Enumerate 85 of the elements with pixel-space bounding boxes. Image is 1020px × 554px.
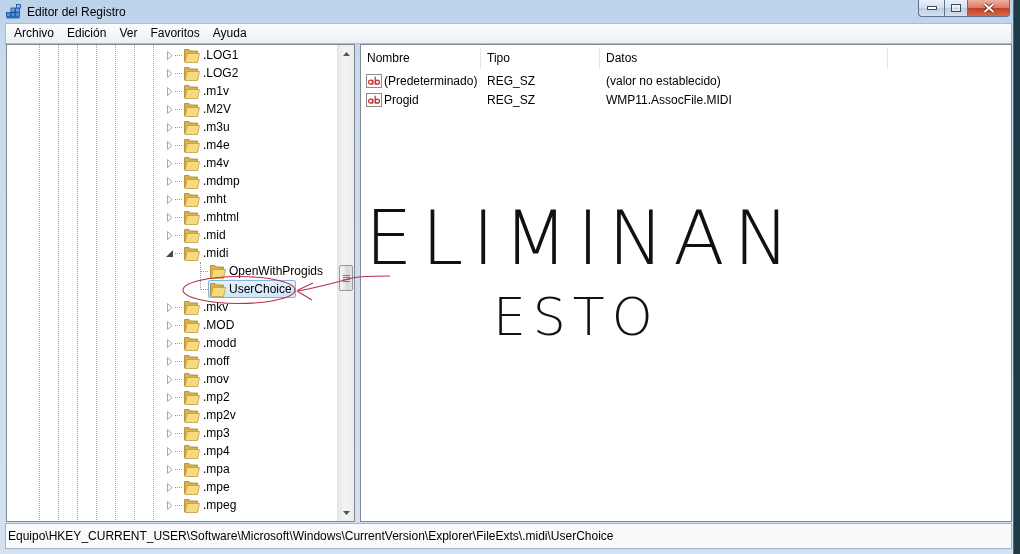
folder-icon — [184, 353, 200, 369]
folder-icon — [184, 173, 200, 189]
tree-item[interactable]: .LOG2 — [182, 64, 243, 82]
tree-item[interactable]: .mp2 — [182, 388, 234, 406]
folder-icon — [184, 83, 200, 99]
folder-icon — [184, 461, 200, 477]
folder-icon — [184, 227, 200, 243]
tree-item[interactable]: .moff — [182, 352, 234, 370]
tree-item[interactable]: .midi — [182, 244, 233, 262]
tree-item[interactable]: .mpe — [182, 478, 234, 496]
tree-item[interactable]: .mhtml — [182, 208, 243, 226]
scrollbar-thumb[interactable] — [339, 265, 353, 291]
close-button[interactable] — [968, 0, 1010, 17]
folder-icon — [184, 335, 200, 351]
maximize-button[interactable] — [944, 0, 968, 17]
folder-icon — [184, 479, 200, 495]
table-cell-text: REG_SZ — [486, 73, 536, 88]
grip-icon — [342, 274, 350, 282]
folder-icon — [184, 245, 200, 261]
tree-item[interactable]: .m3u — [182, 118, 234, 136]
tree-item[interactable]: .mpa — [182, 460, 234, 478]
folder-icon — [184, 407, 200, 423]
column-header[interactable]: Datos — [600, 47, 888, 69]
folder-icon — [210, 263, 226, 279]
folder-icon — [184, 155, 200, 171]
folder-icon — [184, 317, 200, 333]
folder-icon — [184, 371, 200, 387]
folder-icon — [184, 119, 200, 135]
tree-item[interactable]: .mp3 — [182, 424, 234, 442]
folder-icon — [184, 191, 200, 207]
handwritten-text: ESTO — [493, 291, 660, 343]
folder-icon — [184, 65, 200, 81]
folder-icon — [210, 281, 226, 297]
table-cell-text: WMP11.AssocFile.MIDI — [605, 92, 733, 107]
minimize-icon — [926, 6, 937, 10]
string-value-icon — [366, 92, 382, 107]
menu-item[interactable]: Archivo — [7, 24, 60, 43]
tree-item[interactable]: .LOG1 — [182, 46, 243, 64]
scrollbar[interactable] — [337, 45, 354, 521]
folder-icon — [184, 299, 200, 315]
tree-item[interactable]: .m4e — [182, 136, 234, 154]
status-path: Equipo\HKEY_CURRENT_USER\Software\Microsoft\Windows\CurrentVersion\Explorer\FileExts\.midi\UserChoice — [8, 529, 614, 543]
tree-item[interactable]: .m1v — [182, 82, 233, 100]
maximize-icon — [951, 4, 961, 12]
tree-item[interactable]: .M2V — [182, 100, 235, 118]
value-name[interactable]: Progid — [384, 92, 419, 107]
tree-item[interactable]: OpenWithProgids — [208, 262, 328, 280]
menu-item[interactable]: Ayuda — [205, 24, 253, 43]
scroll-up-icon[interactable] — [342, 51, 350, 56]
window-title: Editor del Registro — [27, 4, 126, 19]
column-header[interactable]: Nombre — [361, 47, 481, 69]
menu-item[interactable]: Favoritos — [143, 24, 206, 43]
cubes-icon — [6, 4, 21, 19]
value-name[interactable]: (Predeterminado) — [384, 73, 478, 88]
folder-icon — [184, 137, 200, 153]
minimize-button[interactable] — [918, 0, 944, 17]
tree-item[interactable]: .mp2v — [182, 406, 240, 424]
tree-item[interactable]: .mdmp — [182, 172, 244, 190]
tree-item[interactable]: .mht — [182, 190, 231, 208]
column-header[interactable]: Tipo — [481, 47, 600, 69]
tree-item[interactable]: .mid — [182, 226, 230, 244]
close-icon — [982, 3, 995, 13]
scroll-down-icon[interactable] — [342, 510, 350, 515]
folder-icon — [184, 209, 200, 225]
folder-icon — [184, 497, 200, 513]
tree-item[interactable]: .MOD — [182, 316, 239, 334]
tree-item[interactable]: .m4v — [182, 154, 233, 172]
menu-item[interactable]: Edición — [60, 24, 113, 43]
folder-icon — [184, 47, 200, 63]
folder-icon — [184, 443, 200, 459]
tree-item[interactable]: .mkv — [182, 298, 233, 316]
handwritten-text: ELIMINAN — [365, 201, 799, 276]
expander-icon[interactable] — [165, 248, 174, 258]
tree-item[interactable]: .modd — [182, 334, 241, 352]
tree-item[interactable]: .mp4 — [182, 442, 234, 460]
table-cell-text: REG_SZ — [486, 92, 536, 107]
folder-icon — [184, 425, 200, 441]
tree-item[interactable]: .mpeg — [182, 496, 241, 514]
folder-icon — [184, 389, 200, 405]
menu-item[interactable]: Ver — [112, 24, 144, 43]
folder-icon — [184, 101, 200, 117]
table-cell-text: (valor no establecido) — [605, 73, 722, 88]
tree-item[interactable]: .mov — [182, 370, 233, 388]
string-value-icon — [366, 73, 382, 88]
tree-item[interactable]: UserChoice — [208, 280, 296, 298]
